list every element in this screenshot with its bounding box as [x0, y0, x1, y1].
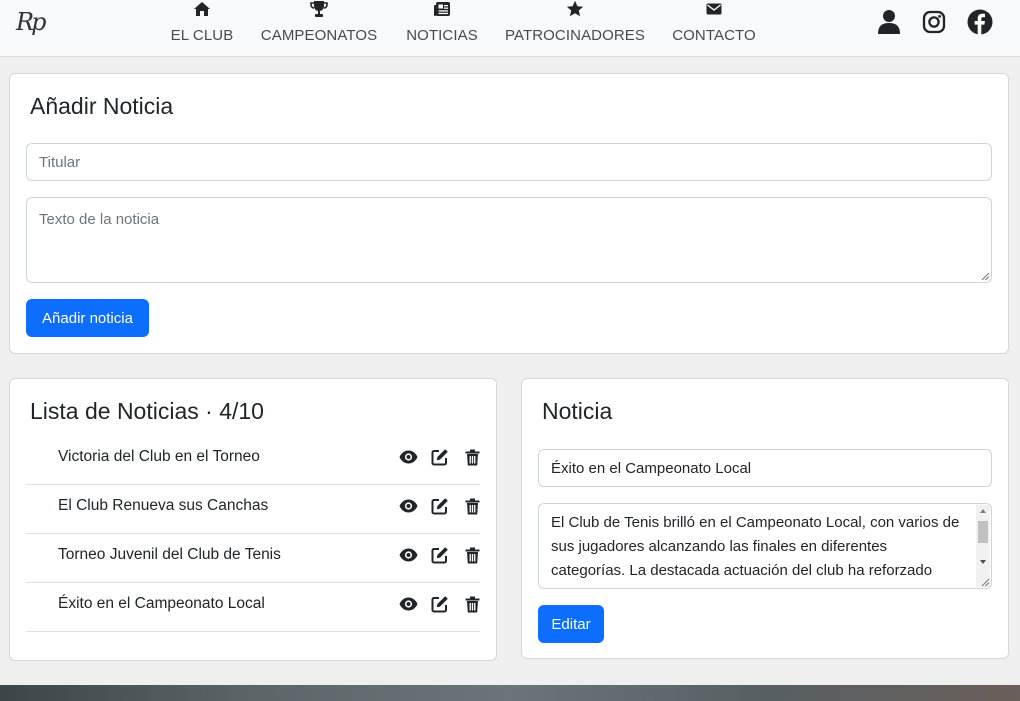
envelope-icon	[706, 0, 722, 20]
nav-label: NOTICIAS	[406, 27, 478, 44]
nav-label: CAMPEONATOS	[260, 27, 378, 44]
list-item[interactable]: Éxito en el Campeonato Local	[26, 583, 480, 632]
headline-input[interactable]	[26, 143, 992, 181]
nav-item-el-club[interactable]: EL CLUB	[170, 0, 234, 56]
edit-icon[interactable]	[429, 544, 451, 566]
nav-item-patrocinadores[interactable]: PATROCINADORES	[504, 0, 646, 56]
edit-icon[interactable]	[429, 593, 451, 615]
edit-button[interactable]: Editar	[538, 605, 604, 643]
club-logo[interactable]: Rp	[16, 8, 46, 44]
instagram-link[interactable]	[920, 10, 948, 38]
home-icon	[193, 0, 211, 20]
news-list-card: Lista de Noticias · 4/10 Victoria del Cl…	[9, 378, 497, 661]
edit-icon[interactable]	[429, 495, 451, 517]
background-photo	[0, 685, 1020, 701]
trash-icon[interactable]	[461, 495, 483, 517]
news-detail-card: Noticia El Club de Tenis brilló en el Ca…	[521, 378, 1009, 659]
list-item[interactable]: El Club Renueva sus Canchas	[26, 485, 480, 534]
news-list-title: Lista de Noticias · 4/10	[30, 398, 264, 424]
news-detail-title: Noticia	[542, 398, 613, 424]
edit-news-body-textarea[interactable]: El Club de Tenis brilló en el Campeonato…	[538, 503, 992, 589]
edit-headline-input[interactable]	[538, 449, 992, 487]
nav-label: EL CLUB	[170, 27, 234, 44]
trash-icon[interactable]	[461, 446, 483, 468]
scroll-up-icon[interactable]	[979, 508, 987, 514]
news-body-text: El Club de Tenis brilló en el Campeonato…	[551, 514, 960, 579]
instagram-icon	[922, 10, 946, 39]
trash-icon[interactable]	[461, 544, 483, 566]
star-icon	[566, 0, 584, 20]
view-icon[interactable]	[397, 495, 419, 517]
add-news-button[interactable]: Añadir noticia	[26, 299, 149, 337]
nav-item-contacto[interactable]: CONTACTO	[672, 0, 756, 56]
news-item-title: Éxito en el Campeonato Local	[58, 595, 265, 612]
add-news-card: Añadir Noticia Añadir noticia	[9, 73, 1009, 354]
facebook-icon	[967, 9, 993, 40]
trash-icon[interactable]	[461, 593, 483, 615]
list-item[interactable]: Torneo Juvenil del Club de Tenis	[26, 534, 480, 583]
news-item-title: Torneo Juvenil del Club de Tenis	[58, 546, 281, 563]
scrollbar-thumb[interactable]	[978, 521, 988, 543]
view-icon[interactable]	[397, 544, 419, 566]
list-item[interactable]: Victoria del Club en el Torneo	[26, 436, 480, 485]
trophy-icon	[310, 0, 328, 20]
news-item-title: Victoria del Club en el Torneo	[58, 448, 260, 465]
user-icon	[877, 9, 901, 40]
facebook-link[interactable]	[966, 9, 994, 40]
scroll-down-icon[interactable]	[979, 559, 987, 565]
nav-item-noticias[interactable]: NOTICIAS	[406, 0, 478, 56]
view-icon[interactable]	[397, 446, 419, 468]
edit-icon[interactable]	[429, 446, 451, 468]
add-news-title: Añadir Noticia	[30, 93, 174, 119]
newspaper-icon	[433, 0, 451, 20]
nav-label: PATROCINADORES	[504, 27, 646, 44]
user-account-link[interactable]	[875, 9, 903, 40]
view-icon[interactable]	[397, 593, 419, 615]
news-body-textarea[interactable]	[26, 197, 992, 283]
nav-item-campeonatos[interactable]: CAMPEONATOS	[260, 0, 378, 56]
nav-label: CONTACTO	[672, 27, 756, 44]
news-item-title: El Club Renueva sus Canchas	[58, 497, 269, 514]
textarea-scrollbar[interactable]	[976, 505, 990, 587]
top-navbar: Rp EL CLUB CAMPEONATOS NOTICIAS PATROCIN…	[0, 0, 1020, 57]
